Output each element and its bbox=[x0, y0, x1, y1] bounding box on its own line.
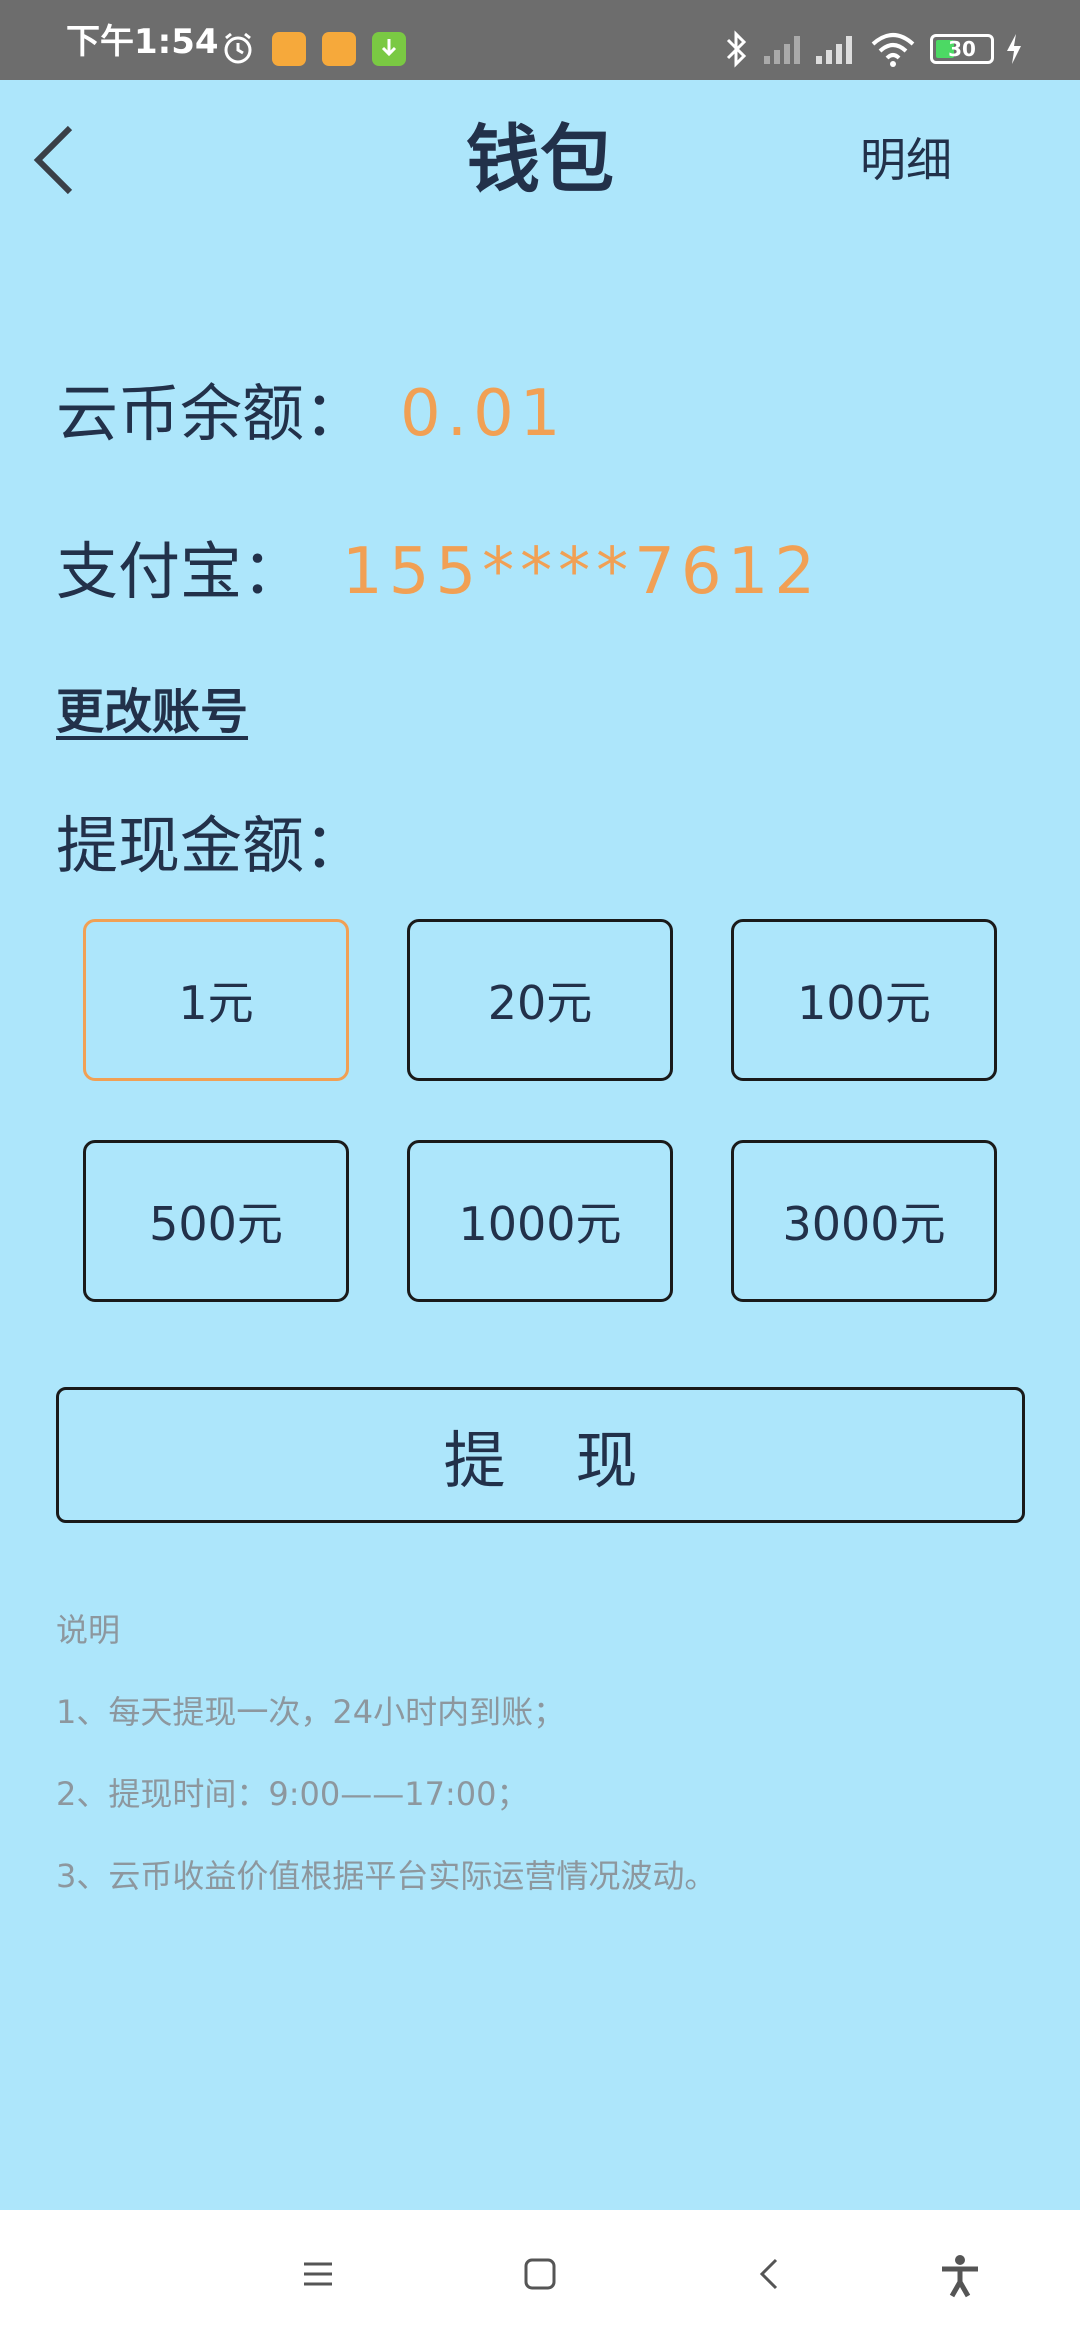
alipay-label: 支付宝： bbox=[56, 535, 305, 608]
withdraw-button[interactable]: 提现 bbox=[56, 1387, 1025, 1523]
amount-option-100[interactable]: 100元 bbox=[731, 919, 997, 1081]
home-icon[interactable] bbox=[520, 2254, 560, 2294]
charging-icon bbox=[1007, 34, 1021, 64]
alarm-icon bbox=[224, 32, 252, 64]
back-icon[interactable] bbox=[750, 2254, 790, 2294]
note-item: 3、云币收益价值根据平台实际运营情况波动。 bbox=[56, 1857, 717, 1895]
balance-value: 0.01 bbox=[400, 377, 567, 451]
note-item: 2、提现时间：9:00——17:00； bbox=[56, 1775, 529, 1813]
detail-link[interactable]: 明细 bbox=[860, 128, 1010, 192]
amount-option-1000[interactable]: 1000元 bbox=[407, 1140, 673, 1302]
bluetooth-icon bbox=[726, 30, 747, 68]
signal-icon bbox=[764, 36, 800, 64]
change-account-link[interactable]: 更改账号 bbox=[56, 680, 248, 744]
withdraw-amount-label: 提现金额： bbox=[56, 809, 367, 882]
accessibility-icon[interactable] bbox=[938, 2254, 982, 2298]
battery-icon: 30 bbox=[930, 34, 994, 64]
wifi-icon bbox=[871, 33, 915, 67]
status-bar: 下午1:54 30 bbox=[0, 0, 1080, 80]
download-icon bbox=[372, 32, 406, 66]
alipay-account-value: 155****7612 bbox=[342, 535, 822, 609]
amount-option-3000[interactable]: 3000元 bbox=[731, 1140, 997, 1302]
balance-label: 云币余额： bbox=[56, 377, 367, 450]
navigation-bar bbox=[0, 2210, 1080, 2340]
back-button[interactable] bbox=[26, 120, 86, 200]
status-time: 下午1:54 bbox=[66, 22, 219, 62]
amount-option-1[interactable]: 1元 bbox=[83, 919, 349, 1081]
notification-icon bbox=[272, 32, 306, 66]
signal-icon bbox=[816, 36, 852, 64]
note-item: 1、每天提现一次，24小时内到账； bbox=[56, 1693, 566, 1731]
notification-icon bbox=[322, 32, 356, 66]
menu-icon[interactable] bbox=[298, 2254, 338, 2294]
page-title: 钱包 bbox=[466, 117, 614, 203]
back-chevron-icon bbox=[33, 125, 73, 195]
notes-title: 说明 bbox=[56, 1611, 121, 1649]
amount-option-20[interactable]: 20元 bbox=[407, 919, 673, 1081]
battery-level: 30 bbox=[948, 37, 976, 61]
amount-option-500[interactable]: 500元 bbox=[83, 1140, 349, 1302]
